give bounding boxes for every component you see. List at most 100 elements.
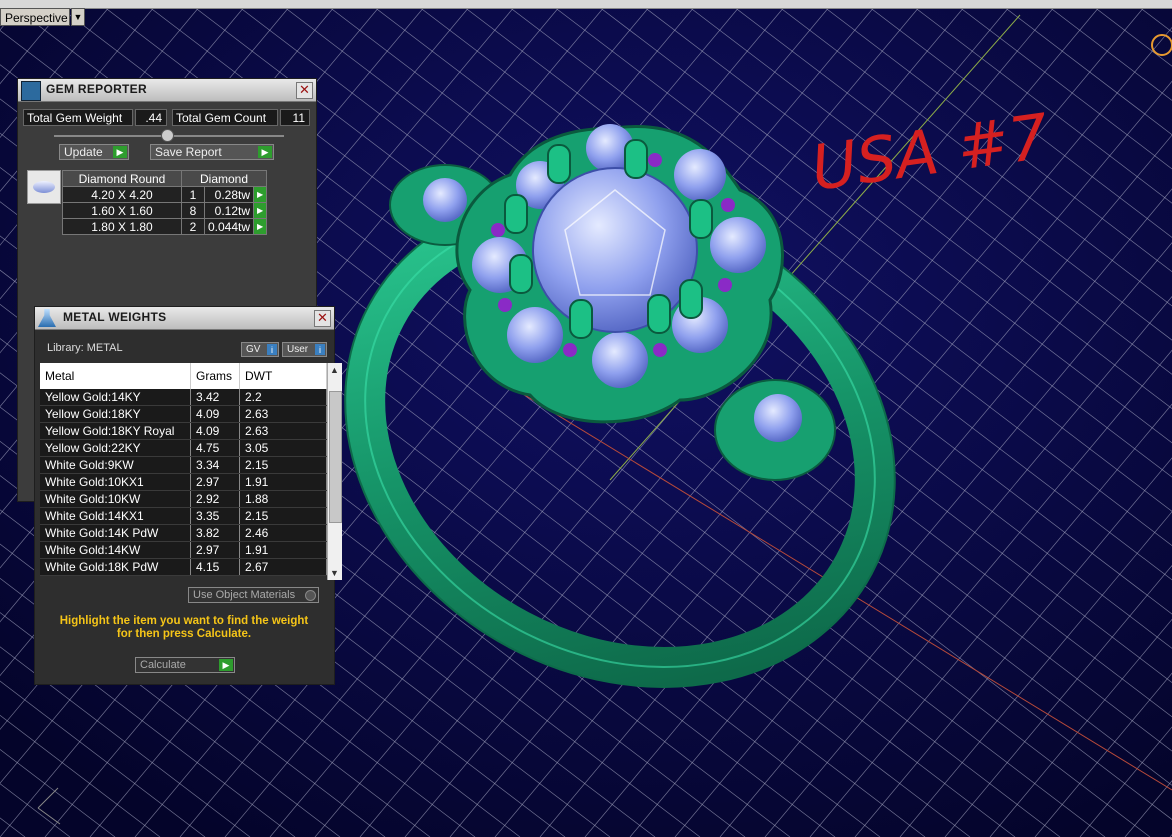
gem-count: 2 — [181, 218, 205, 235]
cell-dwt: 2.63 — [239, 422, 327, 440]
cell-dwt: 1.91 — [239, 541, 327, 559]
calculate-label: Calculate — [140, 659, 186, 671]
gem-weight: 0.044tw — [203, 218, 255, 235]
cell-metal: Yellow Gold:22KY — [40, 439, 191, 457]
scroll-up-icon[interactable]: ▲ — [330, 365, 339, 375]
gem-count: 8 — [181, 202, 205, 219]
gem-row[interactable]: 1.80 X 1.80 2 0.044tw ▶ — [62, 218, 268, 235]
cell-metal: White Gold:9KW — [40, 456, 191, 474]
table-row[interactable]: White Gold:9KW 3.34 2.15 — [40, 456, 327, 474]
update-button[interactable]: Update ▶ — [59, 144, 129, 160]
use-object-materials-button[interactable]: Use Object Materials — [188, 587, 319, 603]
table-row[interactable]: White Gold:14KX1 3.35 2.15 — [40, 507, 327, 525]
cell-metal: Yellow Gold:18KY Royal — [40, 422, 191, 440]
table-row[interactable]: Yellow Gold:18KY 4.09 2.63 — [40, 405, 327, 423]
metal-weights-panel: METAL WEIGHTS ✕ Library: METAL GV i User… — [34, 306, 342, 685]
cell-metal: Yellow Gold:14KY — [40, 389, 191, 406]
cell-grams: 4.15 — [190, 558, 240, 576]
close-icon[interactable]: ✕ — [296, 82, 313, 99]
table-header: Metal Grams DWT — [40, 363, 327, 389]
calculate-button[interactable]: Calculate ▶ — [135, 657, 235, 673]
gem-size: 1.60 X 1.60 — [62, 202, 182, 219]
save-report-label: Save Report — [155, 145, 222, 159]
column-metal[interactable]: Metal — [40, 363, 191, 389]
total-weight-value: .44 — [135, 109, 167, 126]
center-stone — [532, 167, 698, 333]
play-icon: ▶ — [258, 146, 272, 158]
table-row[interactable]: Yellow Gold:22KY 4.75 3.05 — [40, 439, 327, 457]
table-row[interactable]: White Gold:18K PdW 4.15 2.67 — [40, 558, 327, 576]
gem-size: 4.20 X 4.20 — [62, 186, 182, 203]
cell-grams: 4.75 — [190, 439, 240, 457]
metal-table-viewport[interactable]: Metal Grams DWT Yellow Gold:14KY 3.42 2.2 Y… — [35, 307, 334, 580]
cell-grams: 2.97 — [190, 473, 240, 491]
play-icon: ▶ — [113, 146, 127, 158]
cell-metal: Yellow Gold:18KY — [40, 405, 191, 423]
cell-dwt: 2.2 — [239, 389, 327, 406]
play-icon[interactable]: ▶ — [253, 218, 268, 235]
table-row[interactable]: White Gold:14KW 2.97 1.91 — [40, 541, 327, 559]
scrollbar[interactable]: ▲ ▼ — [327, 363, 342, 580]
cell-dwt: 2.67 — [239, 558, 327, 576]
header-diamond-round: Diamond Round — [62, 170, 182, 187]
cell-dwt: 2.15 — [239, 456, 327, 474]
cell-metal: White Gold:10KW — [40, 490, 191, 508]
cell-grams: 3.34 — [190, 456, 240, 474]
play-icon[interactable]: ▶ — [253, 202, 268, 219]
cell-metal: White Gold:14K PdW — [40, 524, 191, 542]
gem-reporter-titlebar[interactable]: GEM REPORTER ✕ — [18, 79, 316, 102]
update-label: Update — [64, 145, 103, 159]
cell-grams: 3.42 — [190, 389, 240, 406]
cell-grams: 3.82 — [190, 524, 240, 542]
view-selector[interactable]: Perspective — [0, 8, 70, 26]
title-bar — [0, 0, 1172, 9]
cell-dwt: 3.05 — [239, 439, 327, 457]
cell-metal: White Gold:18K PdW — [40, 558, 191, 576]
table-row[interactable]: Yellow Gold:14KY 3.42 2.2 — [40, 389, 327, 406]
cell-grams: 2.92 — [190, 490, 240, 508]
total-count-label: Total Gem Count — [172, 109, 278, 126]
scrollbar-thumb[interactable] — [329, 391, 342, 523]
total-count-value: 11 — [280, 109, 310, 126]
instruction-text: Highlight the item you want to find the … — [59, 615, 309, 640]
gem-row[interactable]: 1.60 X 1.60 8 0.12tw ▶ — [62, 202, 268, 219]
panel-title: GEM REPORTER — [46, 82, 147, 96]
cell-grams: 3.35 — [190, 507, 240, 525]
table-row[interactable]: White Gold:10KX1 2.97 1.91 — [40, 473, 327, 491]
table-row[interactable]: White Gold:10KW 2.92 1.88 — [40, 490, 327, 508]
table-row[interactable]: White Gold:14K PdW 3.82 2.46 — [40, 524, 327, 542]
gem-report-icon — [21, 81, 41, 101]
use-object-materials-label: Use Object Materials — [193, 589, 296, 601]
play-icon[interactable]: ▶ — [253, 186, 268, 203]
column-grams[interactable]: Grams — [190, 363, 240, 389]
table-row[interactable]: Yellow Gold:18KY Royal 4.09 2.63 — [40, 422, 327, 440]
cell-dwt: 2.46 — [239, 524, 327, 542]
cell-grams: 4.09 — [190, 422, 240, 440]
cell-grams: 4.09 — [190, 405, 240, 423]
diamond-round-icon — [27, 170, 61, 204]
gem-count: 1 — [181, 186, 205, 203]
header-diamond: Diamond — [180, 170, 268, 187]
gem-row[interactable]: 4.20 X 4.20 1 0.28tw ▶ — [62, 186, 268, 203]
metal-table: Metal Grams DWT Yellow Gold:14KY 3.42 2.2 Y… — [40, 363, 327, 576]
play-icon: ▶ — [219, 659, 233, 671]
cell-metal: White Gold:14KX1 — [40, 507, 191, 525]
gem-size: 1.80 X 1.80 — [62, 218, 182, 235]
slider-thumb[interactable] — [161, 129, 174, 142]
cell-dwt: 2.63 — [239, 405, 327, 423]
gem-weight: 0.28tw — [203, 186, 255, 203]
cell-grams: 2.97 — [190, 541, 240, 559]
radio-icon — [305, 590, 316, 601]
cell-dwt: 2.15 — [239, 507, 327, 525]
total-weight-label: Total Gem Weight — [23, 109, 133, 126]
column-dwt[interactable]: DWT — [239, 363, 327, 389]
cell-dwt: 1.91 — [239, 473, 327, 491]
cell-dwt: 1.88 — [239, 490, 327, 508]
cell-metal: White Gold:14KW — [40, 541, 191, 559]
gem-weight: 0.12tw — [203, 202, 255, 219]
cell-metal: White Gold:10KX1 — [40, 473, 191, 491]
scroll-down-icon[interactable]: ▼ — [330, 568, 339, 578]
chevron-down-icon[interactable]: ▼ — [71, 8, 85, 26]
gem-table: Diamond Round Diamond 4.20 X 4.20 1 0.28… — [62, 170, 268, 235]
save-report-button[interactable]: Save Report ▶ — [150, 144, 274, 160]
